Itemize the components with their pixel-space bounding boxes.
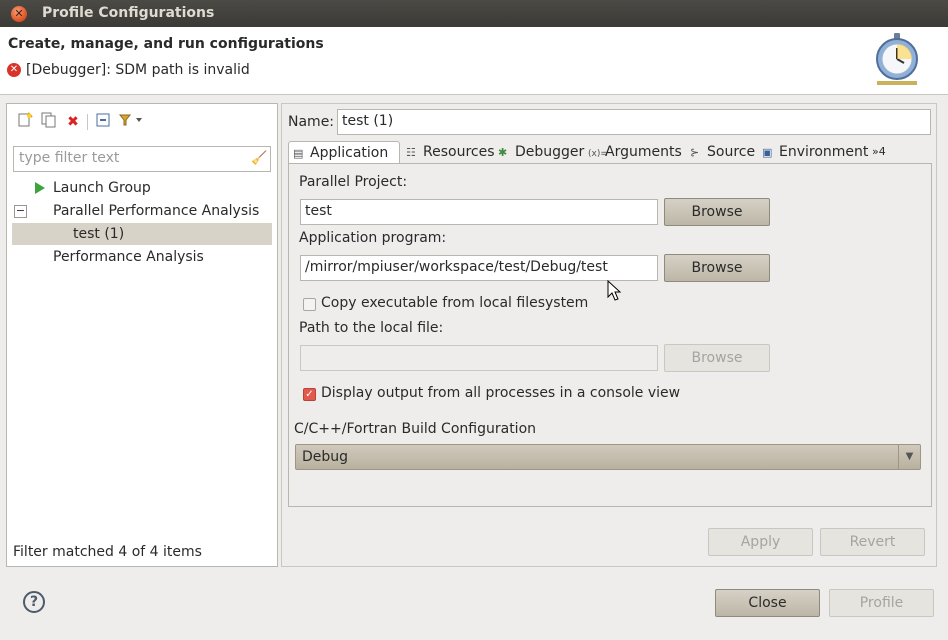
environment-icon: ▣: [762, 146, 773, 159]
tab-label: Environment: [779, 144, 869, 160]
name-label: Name:: [288, 114, 335, 130]
close-button[interactable]: Close: [715, 589, 820, 617]
resources-icon: ☷: [406, 146, 416, 159]
filter-status: Filter matched 4 of 4 items: [13, 544, 202, 560]
duplicate-config-icon[interactable]: [39, 112, 59, 132]
tree-item-label: Launch Group: [53, 180, 151, 196]
tree-item-label: test (1): [73, 226, 125, 242]
name-field[interactable]: test (1): [337, 109, 931, 135]
copy-executable-label: Copy executable from local filesystem: [321, 295, 589, 311]
window-close-button[interactable]: ✕: [11, 6, 27, 22]
source-icon: ⊱: [690, 146, 700, 159]
bug-icon: ✱: [498, 146, 508, 159]
tree-item-launch-group[interactable]: Launch Group: [7, 177, 277, 199]
browse-program-button[interactable]: Browse: [664, 254, 770, 282]
tab-resources[interactable]: ☷ Resources: [402, 141, 495, 163]
toolbar-separator: [87, 114, 88, 130]
filter-input[interactable]: type filter text: [13, 146, 271, 172]
title-bar: ✕ Profile Configurations: [0, 0, 948, 27]
parallel-project-label: Parallel Project:: [299, 174, 408, 190]
tree-item-performance-analysis[interactable]: Performance Analysis: [7, 246, 277, 268]
tab-label: Resources: [423, 144, 495, 160]
dialog-header: Create, manage, and run configurations ✕…: [0, 27, 948, 95]
more-tabs-button[interactable]: »4: [868, 141, 898, 163]
tree-item-parallel-performance-analysis[interactable]: − Parallel Performance Analysis: [7, 200, 277, 222]
configuration-editor: Name: test (1) ▤ Application ☷ Resources ✱…: [281, 103, 937, 567]
tab-label: Debugger: [515, 144, 585, 160]
dialog-heading: Create, manage, and run configurations: [8, 36, 324, 52]
stopwatch-icon: [876, 33, 918, 85]
build-config-label: C/C++/Fortran Build Configuration: [294, 421, 537, 437]
new-config-icon[interactable]: [15, 112, 35, 132]
tab-arguments[interactable]: (x)=Arguments: [584, 141, 684, 163]
tab-label: Application: [310, 145, 389, 161]
error-message: [Debugger]: SDM path is invalid: [26, 62, 250, 78]
chevron-down-icon[interactable]: ▼: [898, 445, 920, 469]
delete-config-icon[interactable]: ✖: [63, 112, 83, 132]
clear-filter-icon[interactable]: 🧹: [251, 151, 267, 166]
configuration-list-pane: ✖ type filter text 🧹 Launch Group − Para…: [6, 103, 278, 567]
window-title: Profile Configurations: [42, 5, 215, 21]
build-config-value: Debug: [302, 449, 349, 465]
local-path-field: [300, 345, 658, 371]
collapse-all-icon[interactable]: [93, 112, 113, 132]
parallel-project-field[interactable]: test: [300, 199, 658, 225]
error-icon: ✕: [7, 63, 21, 77]
tab-application[interactable]: ▤ Application: [288, 141, 400, 164]
tab-source[interactable]: ⊱ Source: [686, 141, 758, 163]
display-output-checkbox[interactable]: ✓: [303, 388, 316, 401]
arguments-icon: (x)=: [588, 149, 608, 159]
profile-button: Profile: [829, 589, 934, 617]
copy-executable-checkbox[interactable]: [303, 298, 316, 311]
browse-project-button[interactable]: Browse: [664, 198, 770, 226]
filter-menu-icon[interactable]: [117, 112, 145, 132]
tree-item-label: Parallel Performance Analysis: [53, 203, 260, 219]
tab-debugger[interactable]: ✱ Debugger: [494, 141, 584, 163]
display-output-label: Display output from all processes in a c…: [321, 385, 681, 401]
document-icon: ▤: [293, 147, 304, 160]
build-config-select[interactable]: Debug ▼: [295, 444, 921, 470]
tab-label: Arguments: [605, 144, 682, 160]
revert-button: Revert: [820, 528, 925, 556]
local-path-label: Path to the local file:: [299, 320, 444, 336]
tab-label: Source: [707, 144, 756, 160]
apply-button: Apply: [708, 528, 813, 556]
config-tabs: ▤ Application ☷ Resources ✱ Debugger (x)=Ar…: [288, 141, 932, 164]
tab-environment[interactable]: ▣ Environment: [758, 141, 868, 163]
collapse-toggle-icon[interactable]: −: [14, 205, 27, 218]
app-program-field[interactable]: /mirror/mpiuser/workspace/test/Debug/tes…: [300, 255, 658, 281]
help-icon[interactable]: ?: [23, 591, 45, 613]
tree-item-label: Performance Analysis: [53, 249, 204, 265]
tree-item-test-1[interactable]: test (1): [12, 223, 272, 245]
launch-group-icon: [35, 182, 45, 194]
application-tab-content: Parallel Project: test Browse Applicatio…: [288, 163, 932, 507]
browse-local-button: Browse: [664, 344, 770, 372]
app-program-label: Application program:: [299, 230, 447, 246]
mouse-cursor-icon: [607, 280, 622, 301]
